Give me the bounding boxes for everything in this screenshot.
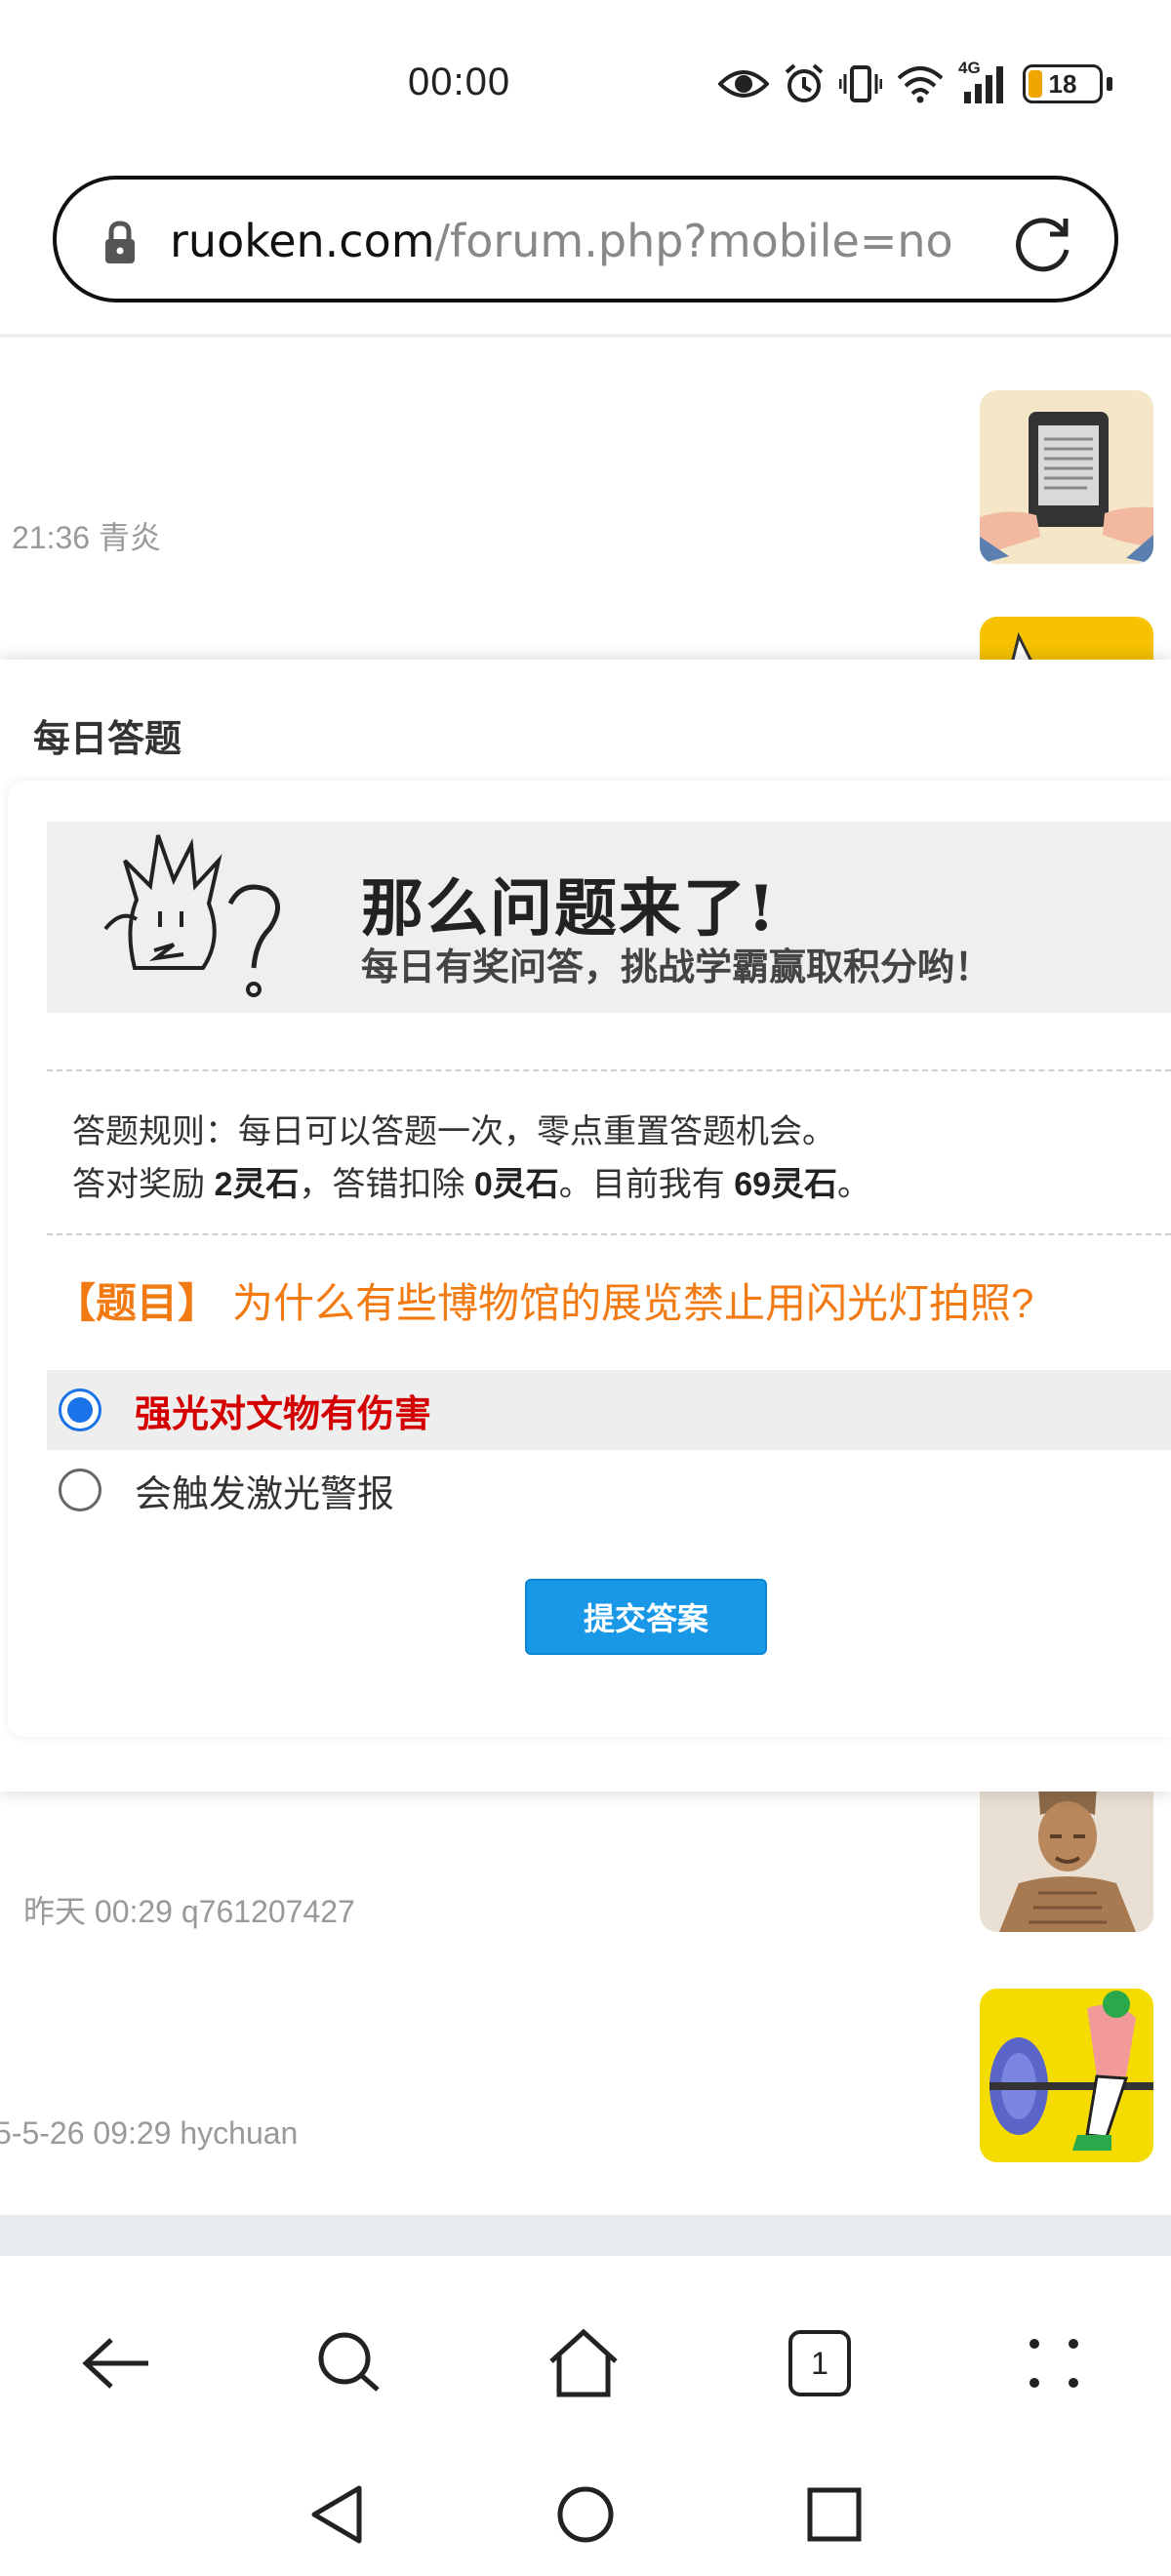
penalty-value: 0灵石	[473, 1166, 559, 1203]
battery-level: 18	[1048, 68, 1077, 99]
divider	[47, 1069, 1171, 1071]
alarm-icon	[785, 63, 824, 102]
radio-button[interactable]	[59, 1469, 101, 1511]
eye-icon	[718, 70, 769, 98]
system-recents-icon[interactable]	[800, 2480, 868, 2549]
home-icon	[549, 2328, 618, 2397]
quiz-rules: 答题规则：每日可以答题一次，零点重置答题机会。	[72, 1113, 835, 1150]
banner-subtitle: 每日有奖问答，挑战学霸赢取积分哟！	[361, 947, 992, 988]
list-item-meta: 昨天 00:29 q761207427	[23, 1894, 355, 1929]
radio-button-selected[interactable]	[59, 1389, 101, 1431]
browser-bottom-nav: 1	[0, 2264, 1171, 2449]
reward-value: 2灵石	[214, 1166, 300, 1203]
page-footer-band	[0, 2215, 1171, 2256]
quiz-banner: 那么问题来了! 每日有奖问答，挑战学霸赢取积分哟！	[47, 822, 1171, 1013]
tabs-button[interactable]: 1	[781, 2324, 859, 2402]
quiz-reward-info: 答对奖励 2灵石，答错扣除 0灵石。目前我有 69灵石。	[72, 1157, 870, 1205]
system-home-icon[interactable]	[551, 2480, 620, 2549]
status-bar: 00:00 4G 18	[0, 0, 1171, 166]
status-time: 00:00	[408, 60, 511, 103]
penalty-prefix: ，答错扣除	[299, 1166, 474, 1203]
current-suffix: 。	[837, 1166, 871, 1203]
weightlifting-image	[980, 1989, 1153, 2162]
current-balance: 69灵石	[734, 1166, 838, 1203]
answer-option-2[interactable]: 会触发激光警报	[47, 1450, 1171, 1530]
lock-icon	[105, 221, 135, 263]
answer-option-label: 会触发激光警报	[135, 1473, 395, 1515]
list-item-thumbnail[interactable]	[980, 390, 1153, 564]
reload-icon[interactable]	[1011, 211, 1075, 275]
vibrate-icon	[839, 65, 882, 102]
answer-option-label: 强光对文物有伤害	[135, 1393, 432, 1435]
submit-answer-button[interactable]: 提交答案	[525, 1579, 767, 1655]
question-body: 为什么有些博物馆的展览禁止用闪光灯拍照?	[232, 1280, 1034, 1326]
url-separator	[0, 334, 1171, 338]
modal-title: 每日答题	[33, 719, 182, 760]
battery-tip	[1107, 77, 1112, 91]
wifi-icon	[897, 66, 944, 103]
ereader-image	[980, 412, 1153, 564]
address-bar[interactable]: ruoken.com/forum.php?mobile=no	[53, 176, 1118, 302]
url-text[interactable]: ruoken.com/forum.php?mobile=no	[170, 215, 953, 267]
status-icons: 4G 18	[718, 59, 1112, 105]
terracotta-warrior-image	[980, 1776, 1153, 1932]
reward-prefix: 答对奖励	[72, 1166, 215, 1203]
list-item-thumbnail[interactable]	[980, 1776, 1153, 1932]
question-text: 【题目】 为什么有些博物馆的展览禁止用闪光灯拍照?	[55, 1270, 1033, 1330]
signal-icon: 4G	[958, 59, 1009, 105]
list-item-meta: 5-5-26 09:29 hychuan	[0, 2115, 299, 2151]
question-tag: 【题目】	[55, 1280, 220, 1326]
menu-button[interactable]	[1015, 2324, 1093, 2402]
url-path: /forum.php?mobile=no	[434, 215, 953, 267]
divider	[47, 1233, 1171, 1235]
answer-option-1[interactable]: 强光对文物有伤害	[47, 1370, 1171, 1450]
home-button[interactable]	[545, 2324, 623, 2402]
menu-dots-icon	[1030, 2339, 1078, 2388]
url-domain: ruoken.com	[170, 215, 435, 267]
system-back-icon[interactable]	[303, 2480, 371, 2549]
back-arrow-icon	[82, 2338, 148, 2389]
back-button[interactable]	[78, 2324, 156, 2402]
list-item-thumbnail[interactable]	[980, 1989, 1153, 2162]
tabs-icon: 1	[788, 2330, 851, 2396]
current-prefix: 。目前我有	[558, 1166, 735, 1203]
list-item-meta: 21:36 青炎	[12, 520, 161, 555]
thinking-cartoon-icon	[103, 834, 280, 997]
banner-heading: 那么问题来了!	[361, 872, 778, 946]
search-icon	[318, 2332, 380, 2392]
system-nav-bar	[0, 2449, 1171, 2576]
search-button[interactable]	[310, 2324, 388, 2402]
battery-icon: 18	[1023, 64, 1103, 103]
